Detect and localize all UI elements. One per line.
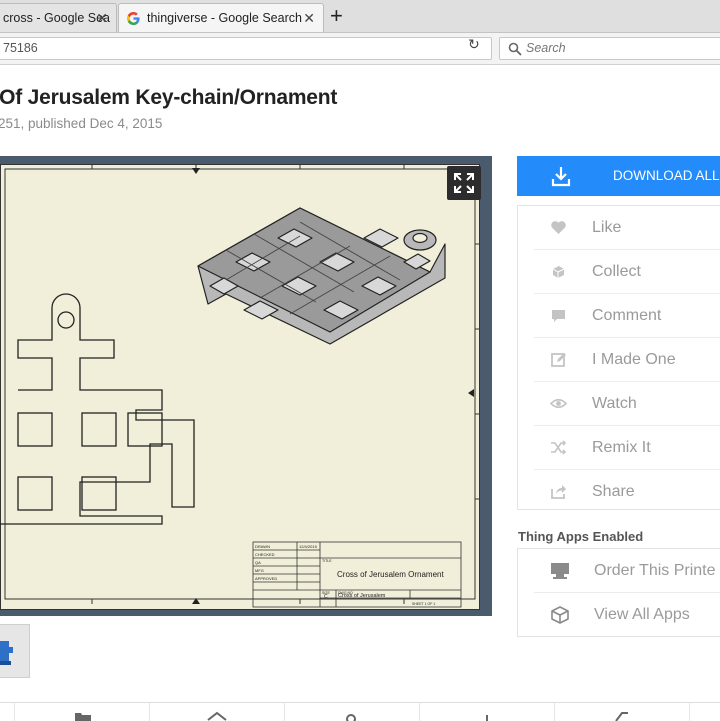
plus-icon[interactable]: + [330, 2, 343, 30]
search-input[interactable]: Search [499, 37, 720, 60]
watch-button[interactable]: Watch [534, 382, 720, 426]
tb-title-label: TITLE [322, 559, 332, 563]
tb-mfg: MFG [255, 568, 264, 573]
tab-label: cross - Google Sea [3, 11, 110, 25]
thumbnail-image [0, 641, 13, 665]
collect-icon [552, 266, 565, 278]
collect-button[interactable]: Collect [534, 250, 720, 294]
download-all-label: DOWNLOAD ALL [613, 168, 720, 183]
edit-icon [551, 353, 566, 367]
close-icon[interactable]: ✕ [96, 4, 108, 32]
tab-makes[interactable] [284, 703, 420, 721]
thing-meta: 251, published Dec 4, 2015 [0, 116, 163, 131]
tb-title: Cross of Jerusalem Ornament [337, 570, 444, 579]
view-all-apps-label: View All Apps [594, 606, 690, 623]
collect-label: Collect [592, 263, 641, 280]
tab-google-cross[interactable]: cross - Google Sea ✕ [0, 3, 117, 32]
expand-icon [454, 173, 474, 193]
page-title: s Of Jerusalem Key-chain/Ornament [0, 86, 338, 109]
tb-drawn: DRAWN [255, 544, 270, 549]
remix-label: Remix It [592, 439, 651, 456]
bottom-tab-bar [0, 702, 720, 721]
tb-qa: QA [255, 560, 261, 565]
share-label: Share [592, 483, 635, 500]
like-label: Like [592, 219, 622, 236]
tab-comments[interactable] [554, 703, 690, 721]
thing-actions: Like Collect Comment I Made One Watch Re… [517, 205, 720, 510]
url-field[interactable]: 75186 [0, 37, 492, 60]
i-made-one-label: I Made One [592, 351, 676, 368]
thing-apps-heading: Thing Apps Enabled [518, 529, 644, 544]
navigation-bar: 75186 ↻ Search [0, 33, 720, 65]
order-print-label: Order This Printe [594, 562, 716, 579]
image-viewer[interactable]: DRAWN CHECKED QA MFG APPROVED 12/4/2015 … [0, 156, 492, 616]
download-all-button[interactable]: DOWNLOAD ALL [517, 156, 720, 196]
cube-icon [551, 606, 569, 624]
like-button[interactable]: Like [534, 206, 720, 250]
share-icon [551, 485, 566, 499]
comment-button[interactable]: Comment [534, 294, 720, 338]
comment-icon [552, 310, 565, 322]
tb-size: C [324, 594, 328, 600]
tab-label: thingiverse - Google Search [147, 11, 302, 25]
share-button[interactable]: Share [534, 470, 720, 513]
tab-apps[interactable] [149, 703, 285, 721]
tb-checked: CHECKED [255, 552, 275, 557]
browser-tab-strip: cross - Google Sea ✕ thingiverse - Googl… [0, 0, 720, 33]
tb-sheet: SHEET 1 OF 1 [412, 602, 435, 606]
i-made-one-button[interactable]: I Made One [534, 338, 720, 382]
order-print-button[interactable]: Order This Printe [534, 549, 720, 593]
eye-icon [550, 398, 567, 409]
gallery-thumbnail[interactable] [0, 624, 30, 678]
comment-label: Comment [592, 307, 662, 324]
remix-button[interactable]: Remix It [534, 426, 720, 470]
close-icon[interactable]: ✕ [303, 4, 315, 32]
watch-label: Watch [592, 395, 637, 412]
tab-google-thingiverse[interactable]: thingiverse - Google Search ✕ [118, 3, 324, 32]
tb-part-name: Cross of Jerusalem [338, 593, 386, 599]
tab-remixes[interactable] [419, 703, 555, 721]
search-placeholder: Search [526, 41, 566, 55]
search-icon [508, 42, 522, 56]
fullscreen-button[interactable] [447, 166, 481, 200]
tb-approved: APPROVED [255, 576, 277, 581]
url-text: 75186 [3, 41, 38, 55]
drawing-sheet: DRAWN CHECKED QA MFG APPROVED 12/4/2015 … [0, 164, 480, 610]
heart-icon [551, 221, 566, 234]
view-all-apps-button[interactable]: View All Apps [534, 593, 720, 636]
download-icon [551, 167, 571, 187]
tb-date: 12/4/2015 [299, 544, 318, 549]
tab-more[interactable] [689, 703, 720, 721]
thing-apps-list: Order This Printe View All Apps [517, 548, 720, 637]
google-icon [127, 12, 140, 25]
reload-icon[interactable]: ↻ [468, 36, 480, 53]
shuffle-icon [551, 440, 567, 455]
tab-files[interactable] [14, 703, 150, 721]
printer-icon [551, 563, 569, 579]
